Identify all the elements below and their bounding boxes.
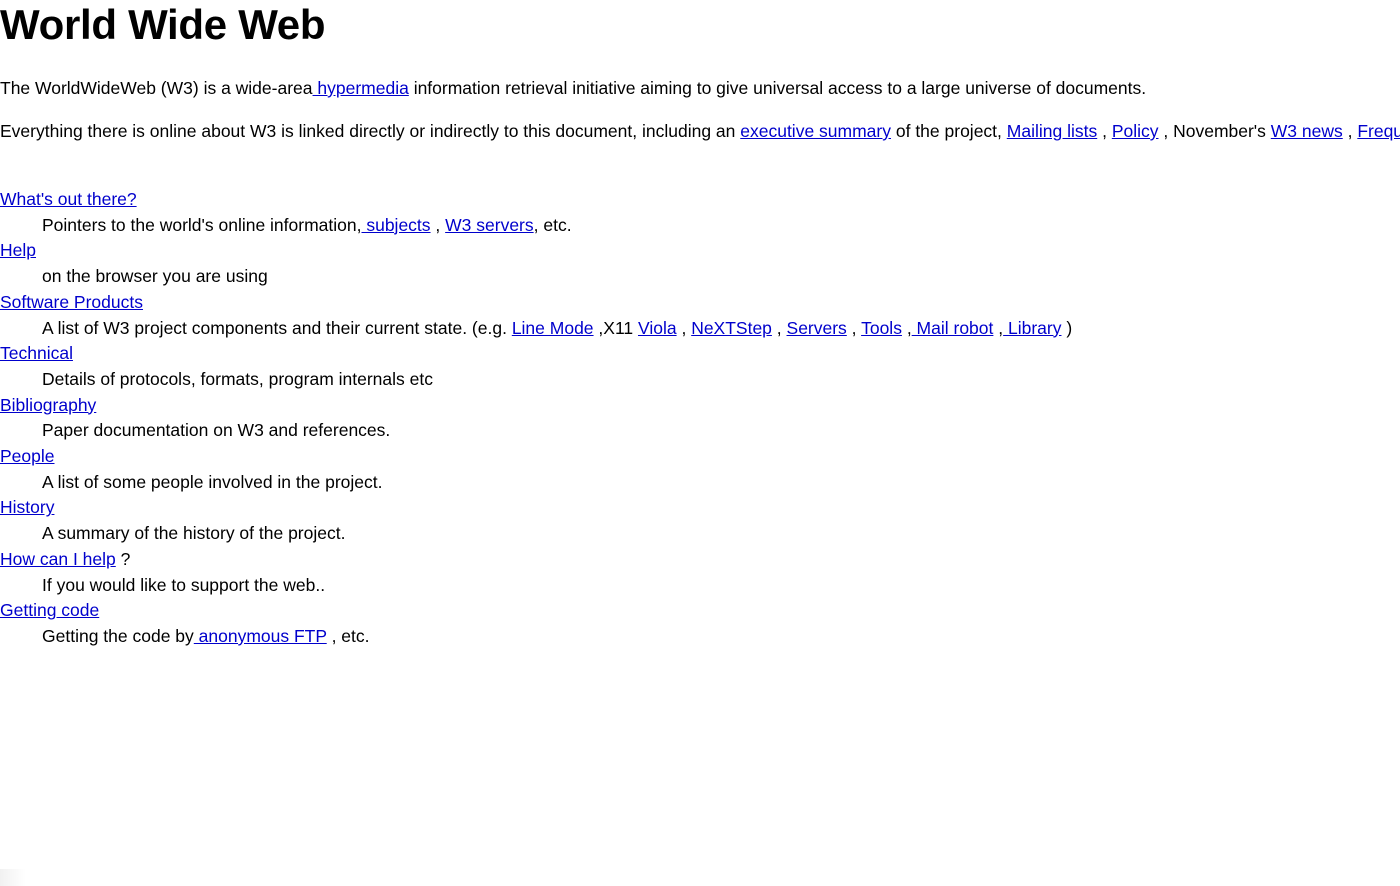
- intro-text-after: information retrieval initiative aiming …: [408, 78, 1147, 98]
- desc-text-0-1: Pointers to the world's online informati…: [42, 214, 362, 235]
- desc-text-2-2: ,X11: [593, 317, 638, 338]
- desc-text-2-8: ): [1061, 317, 1073, 338]
- intro-text-before: The WorldWideWeb (W3) is a wide-area: [0, 78, 313, 98]
- link-hypermedia[interactable]: hypermedia: [313, 78, 408, 98]
- desc-text-2-3: ,: [676, 317, 692, 338]
- link-library[interactable]: Library: [1003, 318, 1062, 338]
- link-software-products[interactable]: Software Products: [0, 292, 143, 312]
- link-subjects[interactable]: subjects: [361, 215, 430, 235]
- directory-term-whats-out-there: What's out there?: [0, 187, 1400, 213]
- link-w3-news[interactable]: W3 news: [1271, 121, 1343, 141]
- directory-term-how-can-i-help: How can I help ?: [0, 547, 1400, 573]
- link-frequently-asked-questions[interactable]: Frequently Asked Questions: [1357, 121, 1400, 141]
- directory-desc-history: A summary of the history of the project.: [42, 521, 1400, 547]
- link-help[interactable]: Help: [0, 240, 36, 260]
- desc-text-8-1: Getting the code by: [42, 625, 194, 646]
- directory-term-software-products: Software Products: [0, 290, 1400, 316]
- directory-term-help: Help: [0, 238, 1400, 264]
- link-mail-robot[interactable]: Mail robot: [912, 318, 994, 338]
- desc-text-2-7: ,: [993, 317, 1004, 338]
- intro-paragraph: The WorldWideWeb (W3) is a wide-area hyp…: [0, 76, 1146, 102]
- desc-text-2-4: ,: [771, 317, 787, 338]
- browser-viewport: World Wide Web The WorldWideWeb (W3) is …: [0, 0, 1400, 886]
- desc-text-4-1: Paper documentation on W3 and references…: [42, 420, 391, 441]
- everything-text-2: of the project,: [891, 121, 1007, 141]
- link-whats-out-there[interactable]: What's out there?: [0, 189, 137, 209]
- desc-text-5-1: A list of some people involved in the pr…: [42, 471, 383, 492]
- directory-desc-technical: Details of protocols, formats, program i…: [42, 367, 1400, 393]
- directory-term-people: People: [0, 444, 1400, 470]
- link-anonymous-ftp[interactable]: anonymous FTP: [194, 626, 327, 646]
- everything-text-1: Everything there is online about W3 is l…: [0, 121, 741, 141]
- everything-text-3: ,: [1097, 121, 1112, 141]
- directory-desc-bibliography: Paper documentation on W3 and references…: [42, 418, 1400, 444]
- link-mailing-lists[interactable]: Mailing lists: [1007, 121, 1097, 141]
- link-nextstep[interactable]: NeXTStep: [691, 318, 772, 338]
- directory-desc-help: on the browser you are using: [42, 264, 1400, 290]
- link-servers[interactable]: Servers: [787, 318, 847, 338]
- desc-text-6-1: A summary of the history of the project.: [42, 523, 346, 544]
- everything-paragraph: Everything there is online about W3 is l…: [0, 119, 1400, 145]
- directory-desc-software-products: A list of W3 project components and thei…: [42, 316, 1400, 342]
- everything-text-4: , November's: [1158, 121, 1271, 141]
- directory-desc-people: A list of some people involved in the pr…: [42, 470, 1400, 496]
- link-how-can-i-help[interactable]: How can I help: [0, 549, 116, 569]
- link-people[interactable]: People: [0, 446, 55, 466]
- desc-text-8-2: , etc.: [326, 625, 370, 646]
- link-line-mode[interactable]: Line Mode: [512, 318, 594, 338]
- desc-text-7-1: If you would like to support the web..: [42, 574, 326, 595]
- horizontal-scrollbar[interactable]: [0, 869, 26, 886]
- link-w3-servers[interactable]: W3 servers: [445, 215, 533, 235]
- link-bibliography[interactable]: Bibliography: [0, 395, 96, 415]
- desc-text-0-2: ,: [430, 214, 446, 235]
- link-getting-code[interactable]: Getting code: [0, 600, 99, 620]
- directory-term-history: History: [0, 495, 1400, 521]
- link-policy[interactable]: Policy: [1112, 121, 1159, 141]
- link-executive-summary[interactable]: executive summary: [740, 121, 891, 141]
- directory-term-getting-code: Getting code: [0, 598, 1400, 624]
- desc-text-1-1: on the browser you are using: [42, 266, 268, 287]
- desc-text-2-5: ,: [846, 317, 862, 338]
- directory-desc-how-can-i-help: If you would like to support the web..: [42, 573, 1400, 599]
- directory-desc-getting-code: Getting the code by anonymous FTP , etc.: [42, 624, 1400, 650]
- link-viola[interactable]: Viola: [638, 318, 677, 338]
- everything-text-5: ,: [1342, 121, 1358, 141]
- link-technical[interactable]: Technical: [0, 343, 73, 363]
- directory-term-bibliography: Bibliography: [0, 393, 1400, 419]
- term-suffix-7: ?: [115, 548, 131, 569]
- directory-term-technical: Technical: [0, 341, 1400, 367]
- site-directory-list: What's out there? Pointers to the world'…: [0, 187, 1400, 650]
- desc-text-0-3: , etc.: [533, 214, 572, 235]
- link-history[interactable]: History: [0, 497, 54, 517]
- directory-desc-whats-out-there: Pointers to the world's online informati…: [42, 213, 1400, 239]
- desc-text-2-1: A list of W3 project components and thei…: [42, 317, 512, 338]
- page-title: World Wide Web: [0, 1, 326, 48]
- link-tools[interactable]: Tools: [861, 318, 902, 338]
- desc-text-3-1: Details of protocols, formats, program i…: [42, 368, 433, 389]
- desc-text-2-6: ,: [901, 317, 912, 338]
